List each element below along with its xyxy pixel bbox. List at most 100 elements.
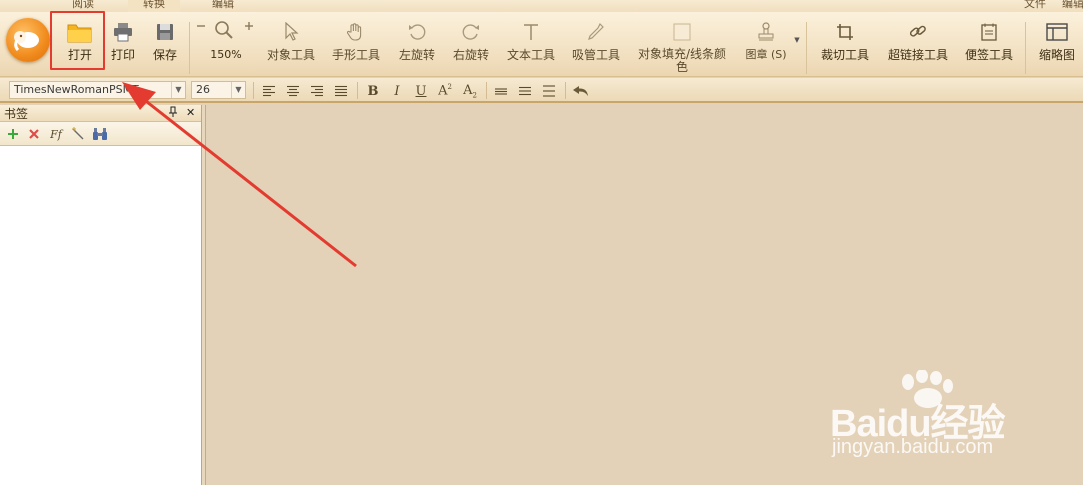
- font-size-select[interactable]: 26 ▼: [191, 81, 246, 99]
- sticky-note-button[interactable]: 便签工具: [960, 16, 1018, 76]
- bold-button[interactable]: B: [364, 82, 382, 100]
- toolbar-separator: [565, 82, 566, 99]
- stamp-dropdown-arrow[interactable]: ▼: [792, 36, 802, 48]
- thumbnails-button[interactable]: 缩略图: [1034, 16, 1080, 76]
- hand-tool-button[interactable]: 手形工具: [327, 16, 385, 76]
- font-name-select[interactable]: TimesNewRomanPSMT ▼: [9, 81, 186, 99]
- font-style-icon: Ff: [50, 127, 62, 141]
- app-logo[interactable]: [6, 18, 50, 62]
- binoculars-icon: [93, 128, 107, 140]
- chevron-down-icon[interactable]: ▼: [231, 82, 245, 98]
- align-left-icon: [263, 85, 275, 97]
- rotate-left-icon: [407, 16, 427, 48]
- align-justify-icon: [335, 85, 347, 97]
- fill-stroke-button[interactable]: 对象填充/线条颜色: [636, 16, 728, 76]
- chevron-down-icon: ▼: [794, 36, 800, 44]
- rotate-right-label: 右旋转: [452, 48, 489, 62]
- line-spacing-single-button[interactable]: [492, 82, 510, 100]
- line-spacing-double-button[interactable]: [540, 82, 558, 100]
- bookmark-tree[interactable]: [0, 147, 201, 485]
- subscript-icon: A2: [463, 82, 477, 100]
- eyedropper-label: 吸管工具: [571, 48, 620, 62]
- hand-icon: [347, 16, 365, 48]
- close-icon[interactable]: ✕: [186, 106, 195, 119]
- open-button-highlight: [50, 11, 105, 70]
- eyedropper-button[interactable]: 吸管工具: [567, 16, 625, 76]
- save-button[interactable]: 保存: [146, 16, 184, 76]
- undo-arrow-icon: [573, 86, 588, 96]
- delete-bookmark-button[interactable]: [26, 126, 42, 142]
- align-center-icon: [287, 85, 299, 97]
- pin-icon[interactable]: [168, 106, 178, 121]
- align-left-button[interactable]: [260, 82, 278, 100]
- superscript-button[interactable]: A2: [436, 82, 454, 100]
- italic-icon: I: [394, 83, 400, 99]
- eyedropper-icon: [587, 16, 605, 48]
- watermark-url: jingyan.baidu.com: [832, 436, 994, 458]
- superscript-icon: A2: [438, 83, 452, 99]
- align-center-button[interactable]: [284, 82, 302, 100]
- align-justify-button[interactable]: [332, 82, 350, 100]
- chevron-down-icon[interactable]: ▼: [171, 82, 185, 98]
- sticky-note-icon: [981, 16, 997, 48]
- baidu-watermark: Baidu经验 jingyan.baidu.com: [830, 370, 1070, 470]
- plus-icon: [8, 129, 18, 139]
- bookmark-panel-title: 书签: [4, 106, 29, 121]
- bookmark-panel-header: 书签 ✕: [0, 105, 201, 122]
- ribbon-separator: [189, 22, 190, 74]
- print-label: 打印: [110, 48, 135, 62]
- tab-strip: 阅读 转换 编辑 文件 编辑: [0, 0, 1083, 12]
- save-label: 保存: [152, 48, 177, 62]
- zoom-out-icon[interactable]: [196, 20, 206, 34]
- align-right-button[interactable]: [308, 82, 326, 100]
- elephant-logo-icon: [14, 31, 39, 52]
- hyperlink-button[interactable]: 超链接工具: [884, 16, 952, 76]
- italic-button[interactable]: I: [388, 82, 406, 100]
- bookmark-tools: Ff: [0, 122, 201, 146]
- bold-icon: B: [367, 83, 379, 99]
- text-tool-button[interactable]: 文本工具: [502, 16, 560, 76]
- zoom-in-icon[interactable]: [244, 20, 254, 34]
- text-t-icon: [522, 16, 540, 48]
- fill-square-icon: [673, 16, 691, 48]
- crop-label: 裁切工具: [820, 48, 869, 62]
- menu-file[interactable]: 文件: [1020, 0, 1050, 12]
- delete-x-icon: [29, 129, 39, 139]
- thumbnails-label: 缩略图: [1038, 48, 1075, 62]
- toolbar-separator: [486, 82, 487, 99]
- line-spacing-icon: [543, 85, 555, 97]
- bookmark-panel: 书签 ✕ Ff: [0, 105, 202, 485]
- rotate-right-button[interactable]: 右旋转: [448, 16, 494, 76]
- add-bookmark-button[interactable]: [5, 126, 21, 142]
- ribbon-separator: [806, 22, 807, 74]
- ribbon-separator: [1025, 22, 1026, 74]
- line-spacing-icon: [519, 86, 531, 96]
- zoom-level[interactable]: 150%: [196, 48, 256, 61]
- format-toolbar: TimesNewRomanPSMT ▼ 26 ▼ B I U A2 A2: [0, 78, 1083, 103]
- font-style-button[interactable]: Ff: [48, 126, 64, 142]
- rotate-right-icon: [461, 16, 481, 48]
- tab-convert[interactable]: 转换: [128, 0, 180, 12]
- undo-button[interactable]: [572, 82, 590, 100]
- tab-edit[interactable]: 编辑: [200, 0, 246, 12]
- underline-icon: U: [415, 83, 427, 99]
- line-spacing-medium-button[interactable]: [516, 82, 534, 100]
- thumbnail-panel-icon: [1046, 16, 1068, 48]
- subscript-button[interactable]: A2: [461, 82, 479, 100]
- print-button[interactable]: 打印: [104, 16, 142, 76]
- magic-wand-button[interactable]: [70, 126, 86, 142]
- rotate-left-label: 左旋转: [398, 48, 435, 62]
- magnifier-icon[interactable]: [214, 20, 234, 43]
- printer-icon: [113, 16, 133, 48]
- find-bookmark-button[interactable]: [92, 126, 108, 142]
- select-tool-button[interactable]: 对象工具: [262, 16, 320, 76]
- select-tool-label: 对象工具: [266, 48, 315, 62]
- hyperlink-label: 超链接工具: [887, 48, 948, 62]
- rotate-left-button[interactable]: 左旋转: [394, 16, 440, 76]
- text-tool-label: 文本工具: [506, 48, 555, 62]
- menu-edit[interactable]: 编辑: [1058, 0, 1083, 12]
- arrow-cursor-icon: [283, 16, 299, 48]
- stamp-button[interactable]: 图章 (S): [740, 16, 792, 76]
- crop-button[interactable]: 裁切工具: [816, 16, 874, 76]
- underline-button[interactable]: U: [412, 82, 430, 100]
